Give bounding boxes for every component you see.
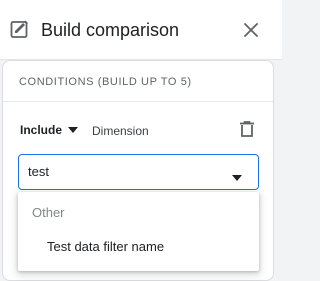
include-dropdown[interactable]: Include: [20, 123, 79, 137]
dimension-label: Dimension: [92, 124, 149, 138]
edit-comparison-icon: [10, 19, 30, 39]
dimension-search-input[interactable]: test: [18, 154, 259, 190]
close-icon: [244, 23, 258, 37]
close-button[interactable]: [240, 19, 262, 41]
conditions-label: CONDITIONS (BUILD UP TO 5): [19, 76, 192, 88]
caret-down-icon: [68, 127, 79, 133]
dropdown-section-label: Other: [32, 205, 65, 220]
delete-condition-button[interactable]: [240, 121, 256, 139]
include-label: Include: [20, 123, 63, 137]
trash-icon: [240, 121, 254, 137]
panel-title: Build comparison: [41, 20, 180, 40]
search-input-value: test: [28, 164, 49, 179]
select-arrow-icon[interactable]: [232, 168, 242, 181]
dropdown-menu: Other Test data filter name: [18, 192, 259, 271]
panel-header: Build comparison: [0, 0, 282, 60]
dropdown-option-label: Test data filter name: [47, 239, 165, 254]
conditions-header: CONDITIONS (BUILD UP TO 5): [3, 61, 273, 102]
dropdown-option-test-data-filter[interactable]: Test data filter name: [18, 234, 259, 262]
